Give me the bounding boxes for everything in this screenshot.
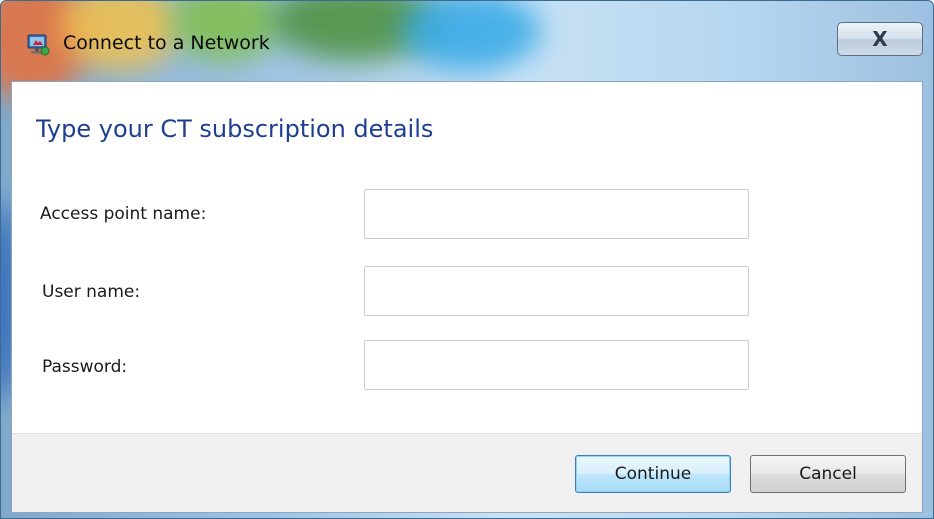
close-button[interactable]: X (837, 22, 923, 56)
window-title: Connect to a Network (63, 32, 270, 54)
access-point-name-input[interactable] (364, 189, 749, 239)
title-bar[interactable]: Connect to a Network X (1, 1, 933, 81)
password-input[interactable] (364, 340, 749, 390)
continue-button[interactable]: Continue (575, 455, 731, 493)
network-icon (27, 34, 50, 56)
cancel-button[interactable]: Cancel (750, 455, 906, 493)
password-label: Password: (42, 357, 128, 377)
access-point-name-label: Access point name: (40, 204, 207, 224)
page-title: Type your CT subscription details (36, 115, 434, 143)
user-name-input[interactable] (364, 266, 749, 316)
connect-to-network-dialog: Connect to a Network X Type your CT subs… (0, 0, 934, 519)
user-name-label: User name: (42, 282, 141, 302)
close-icon: X (872, 27, 888, 51)
dialog-footer: Continue Cancel (12, 433, 922, 512)
dialog-content: Type your CT subscription details Access… (11, 81, 923, 513)
